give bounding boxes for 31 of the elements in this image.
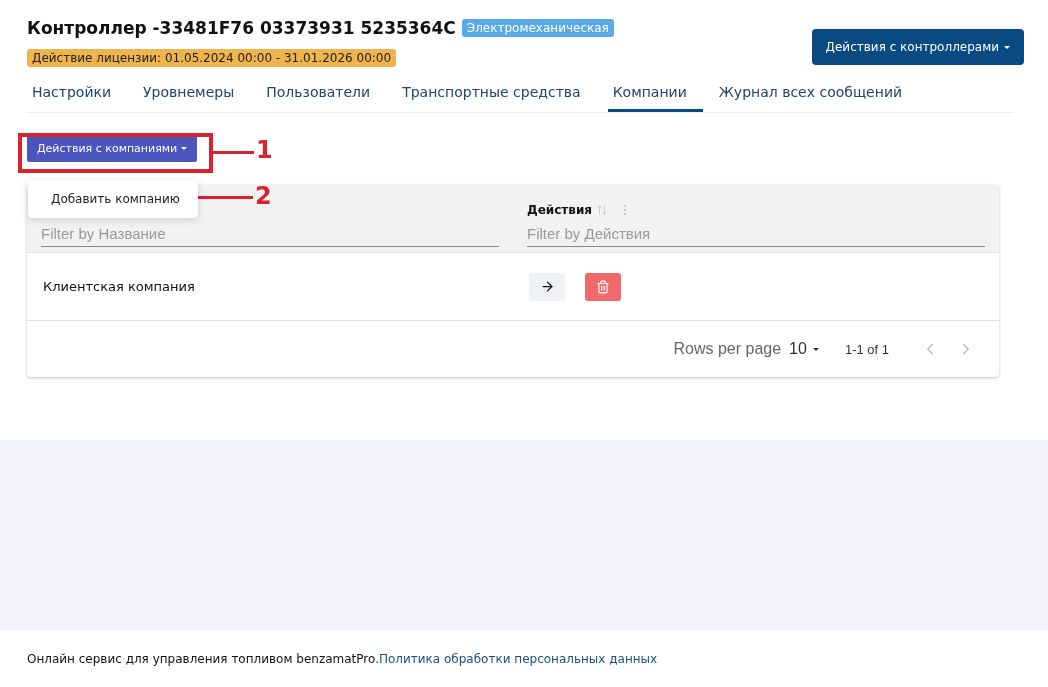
footer-text: Онлайн сервис для управления топливом benzamatPro.	[27, 651, 379, 666]
callout-number: 1	[256, 136, 273, 164]
trash-icon	[596, 279, 610, 294]
tab[interactable]: Уровнемеры	[138, 75, 251, 112]
rows-per-page-select[interactable]: 10	[789, 340, 819, 358]
tab[interactable]: Журнал всех сообщений	[713, 75, 919, 112]
leader-line	[212, 151, 254, 154]
caret-icon	[1004, 45, 1010, 49]
sort-icon[interactable]	[596, 204, 608, 216]
tab[interactable]: Настройки	[27, 75, 128, 112]
column-header[interactable]: Действия	[527, 203, 592, 217]
filter-field[interactable]: Filter by Название	[41, 221, 499, 247]
filter-field[interactable]: Filter by Действия	[527, 221, 985, 247]
delete-button[interactable]	[585, 272, 621, 301]
license-badge: Действие лицензии: 01.05.2024 00:00 - 31.01.2026 00:00	[27, 49, 397, 67]
controller-title: Контроллер -33481F76 03373931 5235364C	[27, 18, 456, 38]
tab[interactable]: Пользователи	[261, 75, 387, 112]
caret-icon	[181, 147, 188, 150]
rows-per-page-label: Rows per page	[673, 340, 782, 358]
type-badge: Электромеханическая	[461, 19, 614, 37]
table-cell-text: Клиентская компания	[42, 279, 196, 294]
arrow-right-icon	[539, 279, 555, 294]
tab[interactable]: Транспортные средства	[397, 75, 597, 112]
controller-actions-button[interactable]: Действия с контроллерами	[811, 29, 1024, 65]
privacy-link[interactable]: Политика обработки персональных данных	[378, 651, 658, 666]
add-company-menu-item[interactable]: Добавить компанию	[28, 192, 180, 206]
company-actions-button[interactable]: Действия с компаниями	[27, 135, 198, 162]
page-range: 1-1 of 1	[844, 341, 889, 357]
tab[interactable]: Компании	[607, 75, 703, 112]
open-button[interactable]	[529, 272, 565, 301]
callout-number: 2	[255, 182, 272, 210]
